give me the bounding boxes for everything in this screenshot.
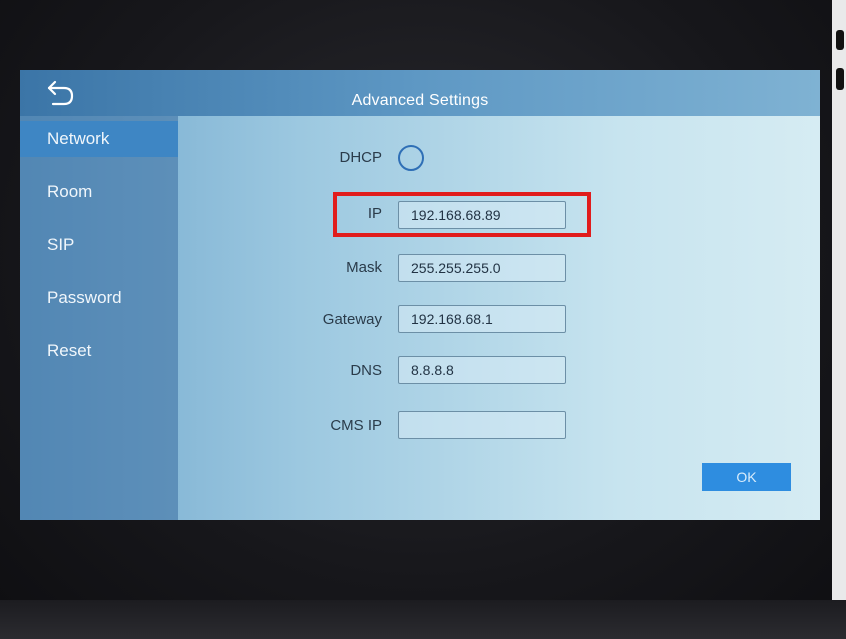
back-arrow-icon bbox=[47, 80, 74, 106]
cms-ip-label: CMS IP bbox=[330, 417, 382, 434]
sidebar: Network Room SIP Password Reset bbox=[20, 116, 178, 520]
sidebar-item-reset[interactable]: Reset bbox=[20, 333, 178, 369]
gateway-field[interactable]: 192.168.68.1 bbox=[398, 305, 566, 333]
screen: Advanced Settings Network Room SIP Passw… bbox=[20, 70, 820, 520]
sidebar-item-room[interactable]: Room bbox=[20, 174, 178, 210]
sidebar-item-sip[interactable]: SIP bbox=[20, 227, 178, 263]
mask-field[interactable]: 255.255.255.0 bbox=[398, 254, 566, 282]
back-button[interactable] bbox=[42, 76, 82, 112]
dns-field[interactable]: 8.8.8.8 bbox=[398, 356, 566, 384]
mask-label: Mask bbox=[346, 259, 382, 276]
device-edge bbox=[832, 0, 846, 639]
sidebar-item-network[interactable]: Network bbox=[20, 121, 178, 157]
sidebar-item-password[interactable]: Password bbox=[20, 280, 178, 316]
edge-mark bbox=[836, 68, 844, 90]
header-bar: Advanced Settings bbox=[20, 70, 820, 116]
dhcp-radio[interactable] bbox=[398, 145, 424, 171]
dhcp-label: DHCP bbox=[339, 149, 382, 166]
dns-label: DNS bbox=[350, 362, 382, 379]
device-bottom bbox=[0, 600, 846, 639]
ok-button[interactable]: OK bbox=[702, 463, 791, 491]
gateway-label: Gateway bbox=[322, 311, 382, 328]
edge-mark bbox=[836, 30, 844, 50]
ip-highlight-box bbox=[333, 192, 591, 237]
cms-ip-field[interactable] bbox=[398, 411, 566, 439]
page-title: Advanced Settings bbox=[351, 92, 489, 109]
